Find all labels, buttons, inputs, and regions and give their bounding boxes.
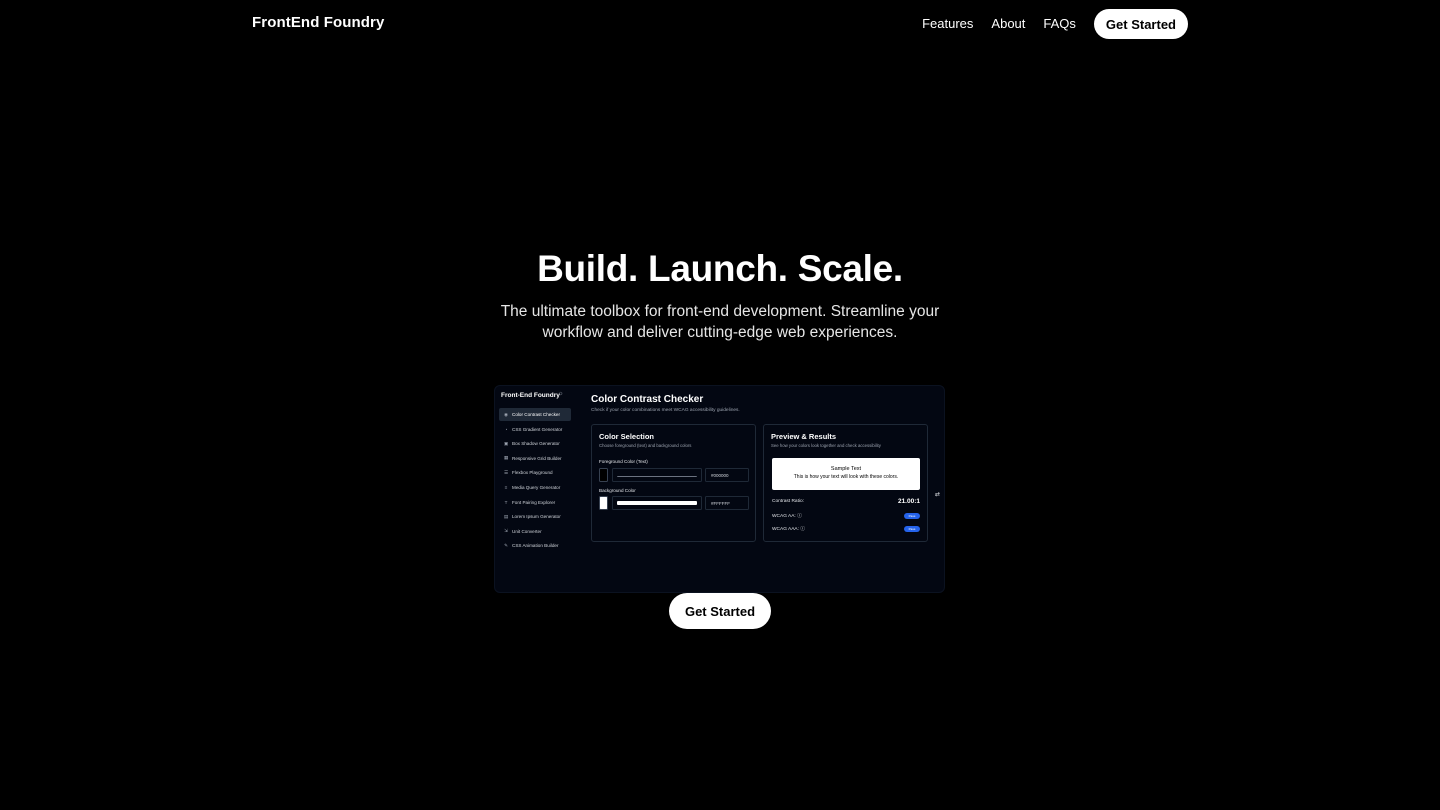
app-preview: Front-End Foundry ☼ ◉ Color Contrast Chec… [494, 385, 945, 593]
foreground-slider-track [617, 473, 697, 477]
sidebar-item-lorem-ipsum-generator[interactable]: ▤ Lorem Ipsum Generator [499, 510, 571, 523]
sidebar-item-box-shadow-generator[interactable]: ▣ Box Shadow Generator [499, 437, 571, 450]
wcag-aaa-text: WCAG AAA: [772, 527, 799, 532]
nav-link-features[interactable]: Features [922, 9, 973, 39]
background-color-slider[interactable] [612, 496, 702, 510]
sidebar-item-label: Font Pairing Explorer [512, 499, 556, 505]
color-selection-card: Color Selection Choose foreground (text)… [591, 424, 756, 542]
sidebar-item-label: Media Query Generator [512, 484, 561, 490]
foreground-color-swatch[interactable] [599, 468, 608, 482]
sidebar-item-color-contrast-checker[interactable]: ◉ Color Contrast Checker [499, 408, 571, 421]
contrast-ratio-row: Contrast Ratio: 21.00:1 [772, 498, 920, 505]
background-color-swatch[interactable] [599, 496, 608, 510]
sidebar-item-label: CSS Animation Builder [512, 543, 559, 549]
preview-brand: Front-End Foundry [501, 392, 560, 399]
preview-sidebar: Front-End Foundry ☼ ◉ Color Contrast Chec… [495, 386, 575, 592]
hero-get-started-button[interactable]: Get Started [669, 593, 771, 629]
sidebar-item-label: Box Shadow Generator [512, 441, 560, 447]
nav-link-faqs[interactable]: FAQs [1043, 9, 1076, 39]
list-icon: ☰ [503, 469, 509, 475]
theme-toggle-icon: ☼ [558, 391, 564, 397]
foreground-color-label: Foreground Color (Text) [599, 459, 648, 464]
sample-text-box: Sample Text This is how your text will l… [772, 458, 920, 490]
contrast-ratio-label: Contrast Ratio: [772, 499, 804, 504]
background-slider-track [617, 501, 697, 505]
grid-icon: ▦ [503, 455, 509, 461]
sidebar-item-label: Lorem Ipsum Generator [512, 514, 561, 520]
wcag-aaa-row: WCAG AAA: ⓘ Pass [772, 525, 920, 532]
sidebar-item-font-pairing-explorer[interactable]: T Font Pairing Explorer [499, 496, 571, 509]
sidebar-item-css-gradient-generator[interactable]: ◔ CSS Gradient Generator [499, 423, 571, 436]
wcag-aa-badge: Pass [904, 512, 920, 519]
foreground-color-slider[interactable] [612, 468, 702, 482]
document-icon: ▤ [503, 513, 509, 519]
nav-links: Features About FAQs Get Started [922, 9, 1188, 39]
sliders-icon: ≡ [504, 484, 508, 490]
wcag-aa-row: WCAG AA: ⓘ Pass [772, 512, 920, 519]
ruler-icon: ⇲ [504, 528, 508, 534]
sidebar-item-css-animation-builder[interactable]: ✎ CSS Animation Builder [499, 539, 571, 552]
pen-icon: ✎ [504, 542, 508, 548]
top-nav: FrontEnd Foundry Features About FAQs Get… [0, 0, 1440, 48]
color-selection-subtitle: Choose foreground (text) and background … [599, 443, 692, 448]
brand-logo[interactable]: FrontEnd Foundry [252, 14, 384, 31]
box-icon: ▣ [503, 440, 509, 446]
palette-icon: ◔ [504, 426, 508, 432]
sidebar-item-media-query-generator[interactable]: ≡ Media Query Generator [499, 481, 571, 494]
preview-sidebar-list: ◉ Color Contrast Checker ◔ CSS Gradient Ge… [499, 408, 571, 554]
info-icon[interactable]: ⓘ [800, 527, 805, 532]
wcag-aaa-badge: Pass [904, 525, 920, 532]
nav-get-started-button[interactable]: Get Started [1093, 9, 1188, 39]
sidebar-item-label: CSS Gradient Generator [512, 426, 563, 432]
preview-page-title: Color Contrast Checker [591, 394, 704, 405]
preview-results-card: Preview & Results See how your colors lo… [763, 424, 928, 542]
type-icon: T [504, 499, 508, 505]
sidebar-item-label: Flexbox Playground [512, 470, 553, 476]
preview-results-subtitle: See how your colors look together and ch… [771, 443, 881, 448]
preview-results-title: Preview & Results [771, 432, 837, 441]
background-color-label: Background Color [599, 488, 636, 493]
wcag-aa-label: WCAG AA: ⓘ [772, 512, 802, 519]
info-icon[interactable]: ⓘ [797, 514, 802, 519]
nav-link-about[interactable]: About [991, 9, 1025, 39]
hero-subtitle: The ultimate toolbox for front-end devel… [500, 303, 940, 341]
wcag-aa-text: WCAG AA: [772, 514, 796, 519]
sidebar-item-label: Color Contrast Checker [512, 412, 560, 417]
sidebar-item-unit-converter[interactable]: ⇲ Unit Converter [499, 525, 571, 538]
background-hex-input[interactable]: #FFFFFF [705, 496, 749, 510]
sidebar-item-label: Unit Converter [512, 528, 542, 534]
sidebar-item-label: Responsive Grid Builder [512, 455, 562, 461]
foreground-hex-input[interactable]: #000000 [705, 468, 749, 482]
preview-header: Color Contrast Checker Check if your col… [591, 394, 740, 413]
sidebar-item-flexbox-playground[interactable]: ☰ Flexbox Playground [499, 466, 571, 479]
sample-text-body: This is how your text will look with the… [793, 474, 899, 480]
sample-text-title: Sample Text [830, 466, 862, 472]
preview-page-description: Check if your color combinations meet WC… [591, 408, 740, 413]
wcag-aaa-label: WCAG AAA: ⓘ [772, 525, 805, 532]
sidebar-item-responsive-grid-builder[interactable]: ▦ Responsive Grid Builder [499, 452, 571, 465]
eye-icon: ◉ [503, 411, 508, 417]
swap-colors-icon[interactable]: ⇄ [935, 491, 940, 498]
color-selection-title: Color Selection [599, 432, 655, 441]
contrast-ratio-value: 21.00:1 [897, 498, 920, 505]
hero-title: Build. Launch. Scale. [537, 248, 903, 289]
